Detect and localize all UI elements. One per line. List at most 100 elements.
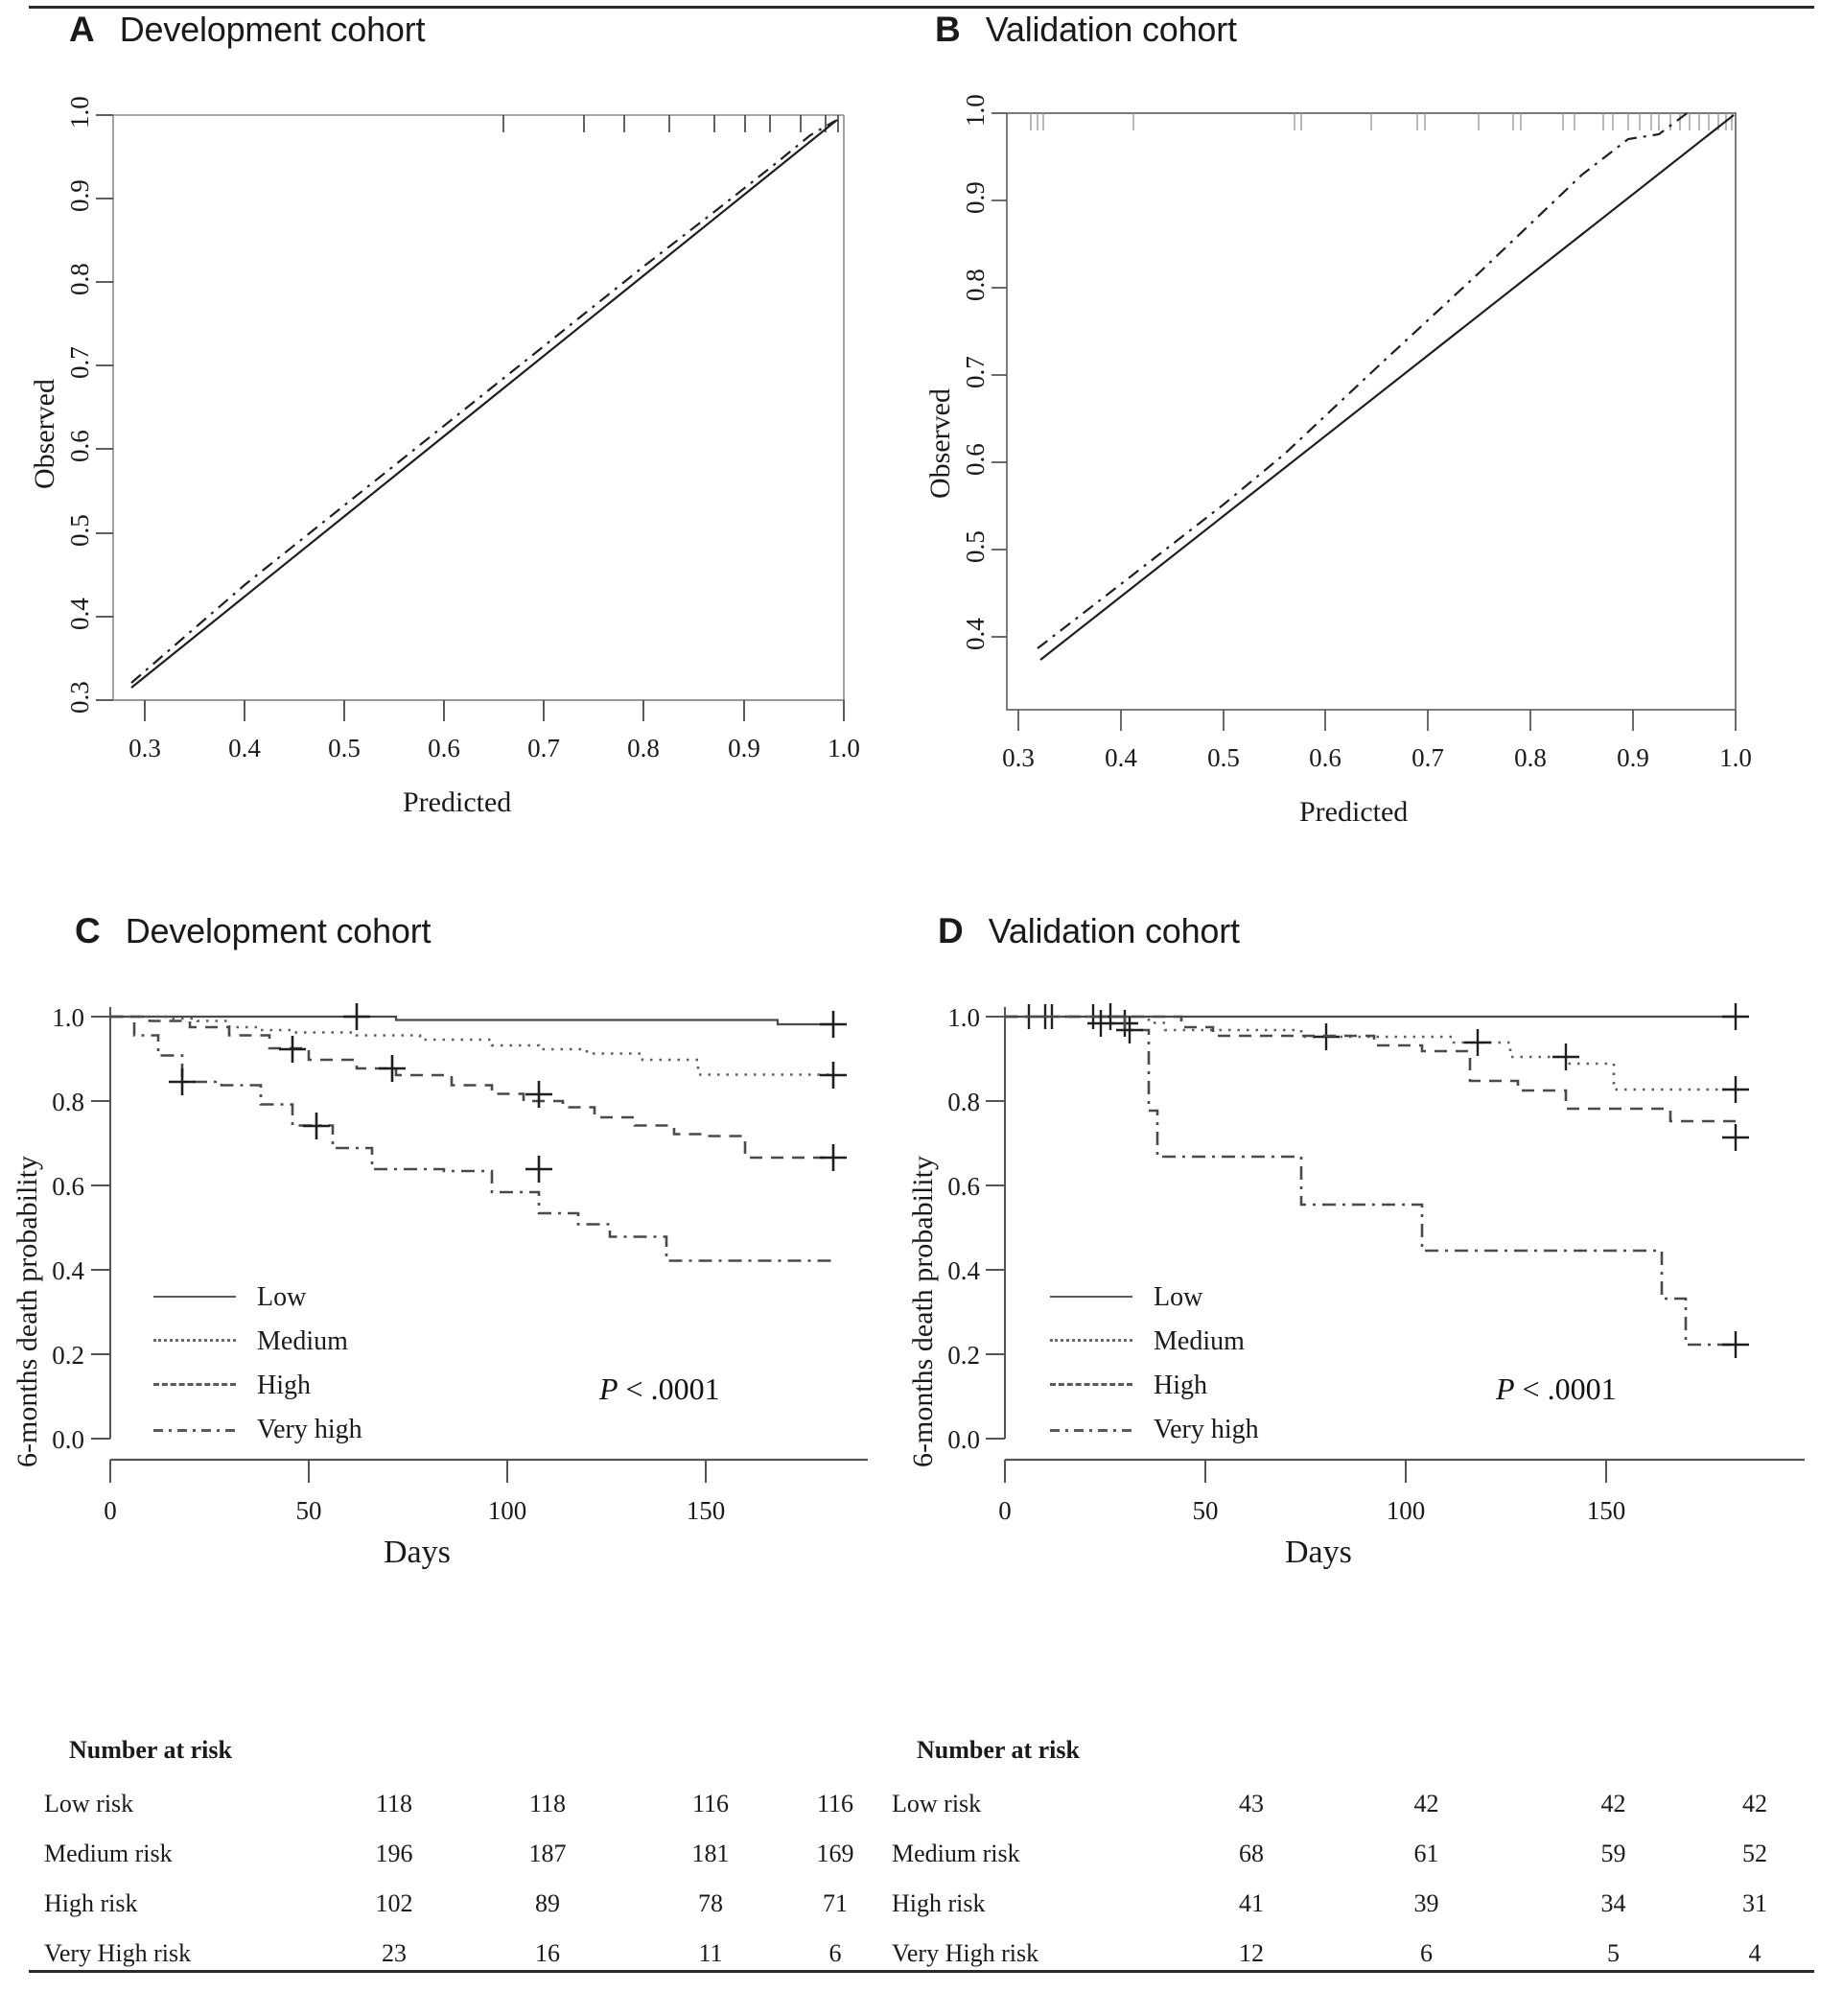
panel-a-ytick-0-9: 0.9 <box>65 179 94 212</box>
panel-a-xtick-0-3: 0.3 <box>128 734 161 762</box>
legend-label-medium: Medium <box>1154 1326 1245 1356</box>
risk-cell: 34 <box>1600 1889 1626 1917</box>
panel-c-plot: 1.0 0.8 0.6 0.4 0.2 0.0 0 50 100 150 6-m… <box>0 988 901 1717</box>
panel-d-ytick-0-8: 0.8 <box>947 1088 980 1116</box>
panel-d-letter: D <box>938 911 964 950</box>
panel-a-title: Development cohort <box>119 10 426 49</box>
risk-cell: 196 <box>375 1840 413 1867</box>
panel-d-svg <box>986 1003 1805 1483</box>
panel-c-curve-medium <box>110 1015 833 1076</box>
panel-a-x-axis-title: Predicted <box>403 786 512 818</box>
table-row: Very High risk 12 6 5 4 <box>892 1939 1812 1989</box>
legend-item-low[interactable]: Low <box>153 1276 362 1320</box>
panel-b-ytick-0-7: 0.7 <box>961 356 990 388</box>
panel-d-pvalue: P < .0001 <box>1496 1371 1617 1407</box>
panel-b-xtick-0-4: 0.4 <box>1105 743 1137 772</box>
panel-a-ytick-0-5: 0.5 <box>65 514 94 547</box>
table-row: Low risk 118 118 116 116 <box>44 1790 888 1840</box>
risk-cell: 31 <box>1742 1889 1767 1917</box>
panel-c-title: Development cohort <box>125 911 432 950</box>
panel-a-xtick-0-6: 0.6 <box>428 734 460 762</box>
risk-table-validation: Number at risk Low risk 43 42 42 42 Medi… <box>892 1736 1812 1989</box>
panel-b-y-ticks <box>991 112 1007 638</box>
panel-c-letter: C <box>75 911 101 950</box>
panel-d-xtick-50: 50 <box>1192 1496 1219 1525</box>
table-row: High risk 41 39 34 31 <box>892 1889 1812 1939</box>
risk-row-label-very-high: Very High risk <box>44 1939 192 1967</box>
legend-key-medium-dotted-icon <box>153 1339 236 1345</box>
risk-cell: 116 <box>816 1790 854 1817</box>
panel-c-censor-medium <box>820 1062 847 1089</box>
table-row: High risk 102 89 78 71 <box>44 1889 888 1939</box>
legend-item-high[interactable]: High <box>1050 1364 1259 1408</box>
risk-cell: 6 <box>828 1939 842 1967</box>
panel-a-ytick-0-8: 0.8 <box>65 263 94 295</box>
legend-key-medium-dotted-icon <box>1050 1339 1132 1345</box>
panel-b-ytick-1-0: 1.0 <box>961 94 990 127</box>
panel-a-ytick-0-7: 0.7 <box>65 346 94 379</box>
panel-a-letter: A <box>69 10 95 49</box>
risk-cell: 89 <box>535 1889 560 1917</box>
panel-a-xtick-0-5: 0.5 <box>328 734 361 762</box>
legend-item-very-high[interactable]: Very high <box>1050 1408 1259 1452</box>
panel-a-header: A Development cohort <box>69 10 426 50</box>
panel-b-xtick-1-0: 1.0 <box>1719 743 1752 772</box>
risk-cell: 6 <box>1420 1939 1433 1967</box>
panel-b-rug-ticks <box>1030 113 1733 130</box>
panel-d-header: D Validation cohort <box>938 911 1240 951</box>
legend-label-low: Low <box>1154 1282 1203 1312</box>
panel-a-ytick-0-4: 0.4 <box>65 598 94 630</box>
panel-d-censor-high <box>1722 1124 1749 1151</box>
risk-row-label-medium: Medium risk <box>44 1840 173 1867</box>
panel-c-x-axis-title: Days <box>384 1535 451 1570</box>
risk-row-label-high: High risk <box>44 1889 138 1917</box>
risk-cell: 68 <box>1239 1840 1264 1867</box>
legend-label-medium: Medium <box>257 1326 348 1356</box>
panel-a-y-ticks <box>96 114 113 701</box>
risk-cell: 4 <box>1748 1939 1761 1967</box>
legend-item-medium[interactable]: Medium <box>1050 1320 1259 1364</box>
risk-cell: 42 <box>1600 1790 1626 1817</box>
panel-a-y-axis-title: Observed <box>29 379 60 489</box>
risk-table-validation-title: Number at risk <box>917 1736 1080 1764</box>
panel-d-pvalue-rest: < .0001 <box>1514 1371 1617 1406</box>
legend-label-high: High <box>1154 1371 1207 1400</box>
panel-b-ideal-line <box>1039 114 1735 661</box>
panel-b-xtick-0-5: 0.5 <box>1207 743 1240 772</box>
panel-c-legend: Low Medium High Very high <box>153 1276 362 1452</box>
legend-key-low-solid-icon <box>153 1295 236 1301</box>
legend-item-high[interactable]: High <box>153 1364 362 1408</box>
panel-b-xtick-0-9: 0.9 <box>1617 743 1649 772</box>
panel-a-xtick-0-4: 0.4 <box>228 734 261 762</box>
top-divider-rule <box>29 6 1814 9</box>
panel-d-plot: 1.0 0.8 0.6 0.4 0.2 0.0 0 50 100 150 6-m… <box>892 988 1843 1717</box>
panel-a-plot: 1.0 0.9 0.8 0.7 0.6 0.5 0.4 0.3 0.3 0.4 … <box>0 86 863 854</box>
panel-d-ytick-1-0: 1.0 <box>947 1003 980 1032</box>
legend-key-very-high-dashdot-icon <box>1050 1428 1132 1432</box>
legend-key-high-dashed-icon <box>1050 1383 1132 1389</box>
panel-b-y-axis-title: Observed <box>924 388 956 499</box>
panel-b-xtick-0-7: 0.7 <box>1411 743 1444 772</box>
panel-b-calibration-curve <box>1037 110 1691 649</box>
legend-item-low[interactable]: Low <box>1050 1276 1259 1320</box>
panel-b-ytick-0-8: 0.8 <box>961 269 990 301</box>
risk-cell: 11 <box>698 1939 723 1967</box>
risk-cell: 43 <box>1239 1790 1264 1817</box>
table-row: Medium risk 68 61 59 52 <box>892 1840 1812 1889</box>
legend-item-medium[interactable]: Medium <box>153 1320 362 1364</box>
risk-cell: 42 <box>1742 1790 1767 1817</box>
panel-d-y-axis-title: 6-months death probability <box>907 1156 939 1467</box>
panel-a-rug-ticks <box>502 115 839 132</box>
panel-c-curve-low <box>110 1015 833 1026</box>
panel-c-header: C Development cohort <box>75 911 432 951</box>
panel-c-xtick-0: 0 <box>104 1496 117 1525</box>
risk-cell: 41 <box>1239 1889 1264 1917</box>
table-row: Low risk 43 42 42 42 <box>892 1790 1812 1840</box>
panel-c-pvalue-symbol: P <box>599 1371 618 1406</box>
panel-a-xtick-0-8: 0.8 <box>627 734 660 762</box>
panel-b-ytick-0-6: 0.6 <box>961 443 990 476</box>
legend-key-low-solid-icon <box>1050 1295 1132 1301</box>
panel-b-letter: B <box>935 10 961 49</box>
risk-cell: 16 <box>535 1939 560 1967</box>
legend-item-very-high[interactable]: Very high <box>153 1408 362 1452</box>
